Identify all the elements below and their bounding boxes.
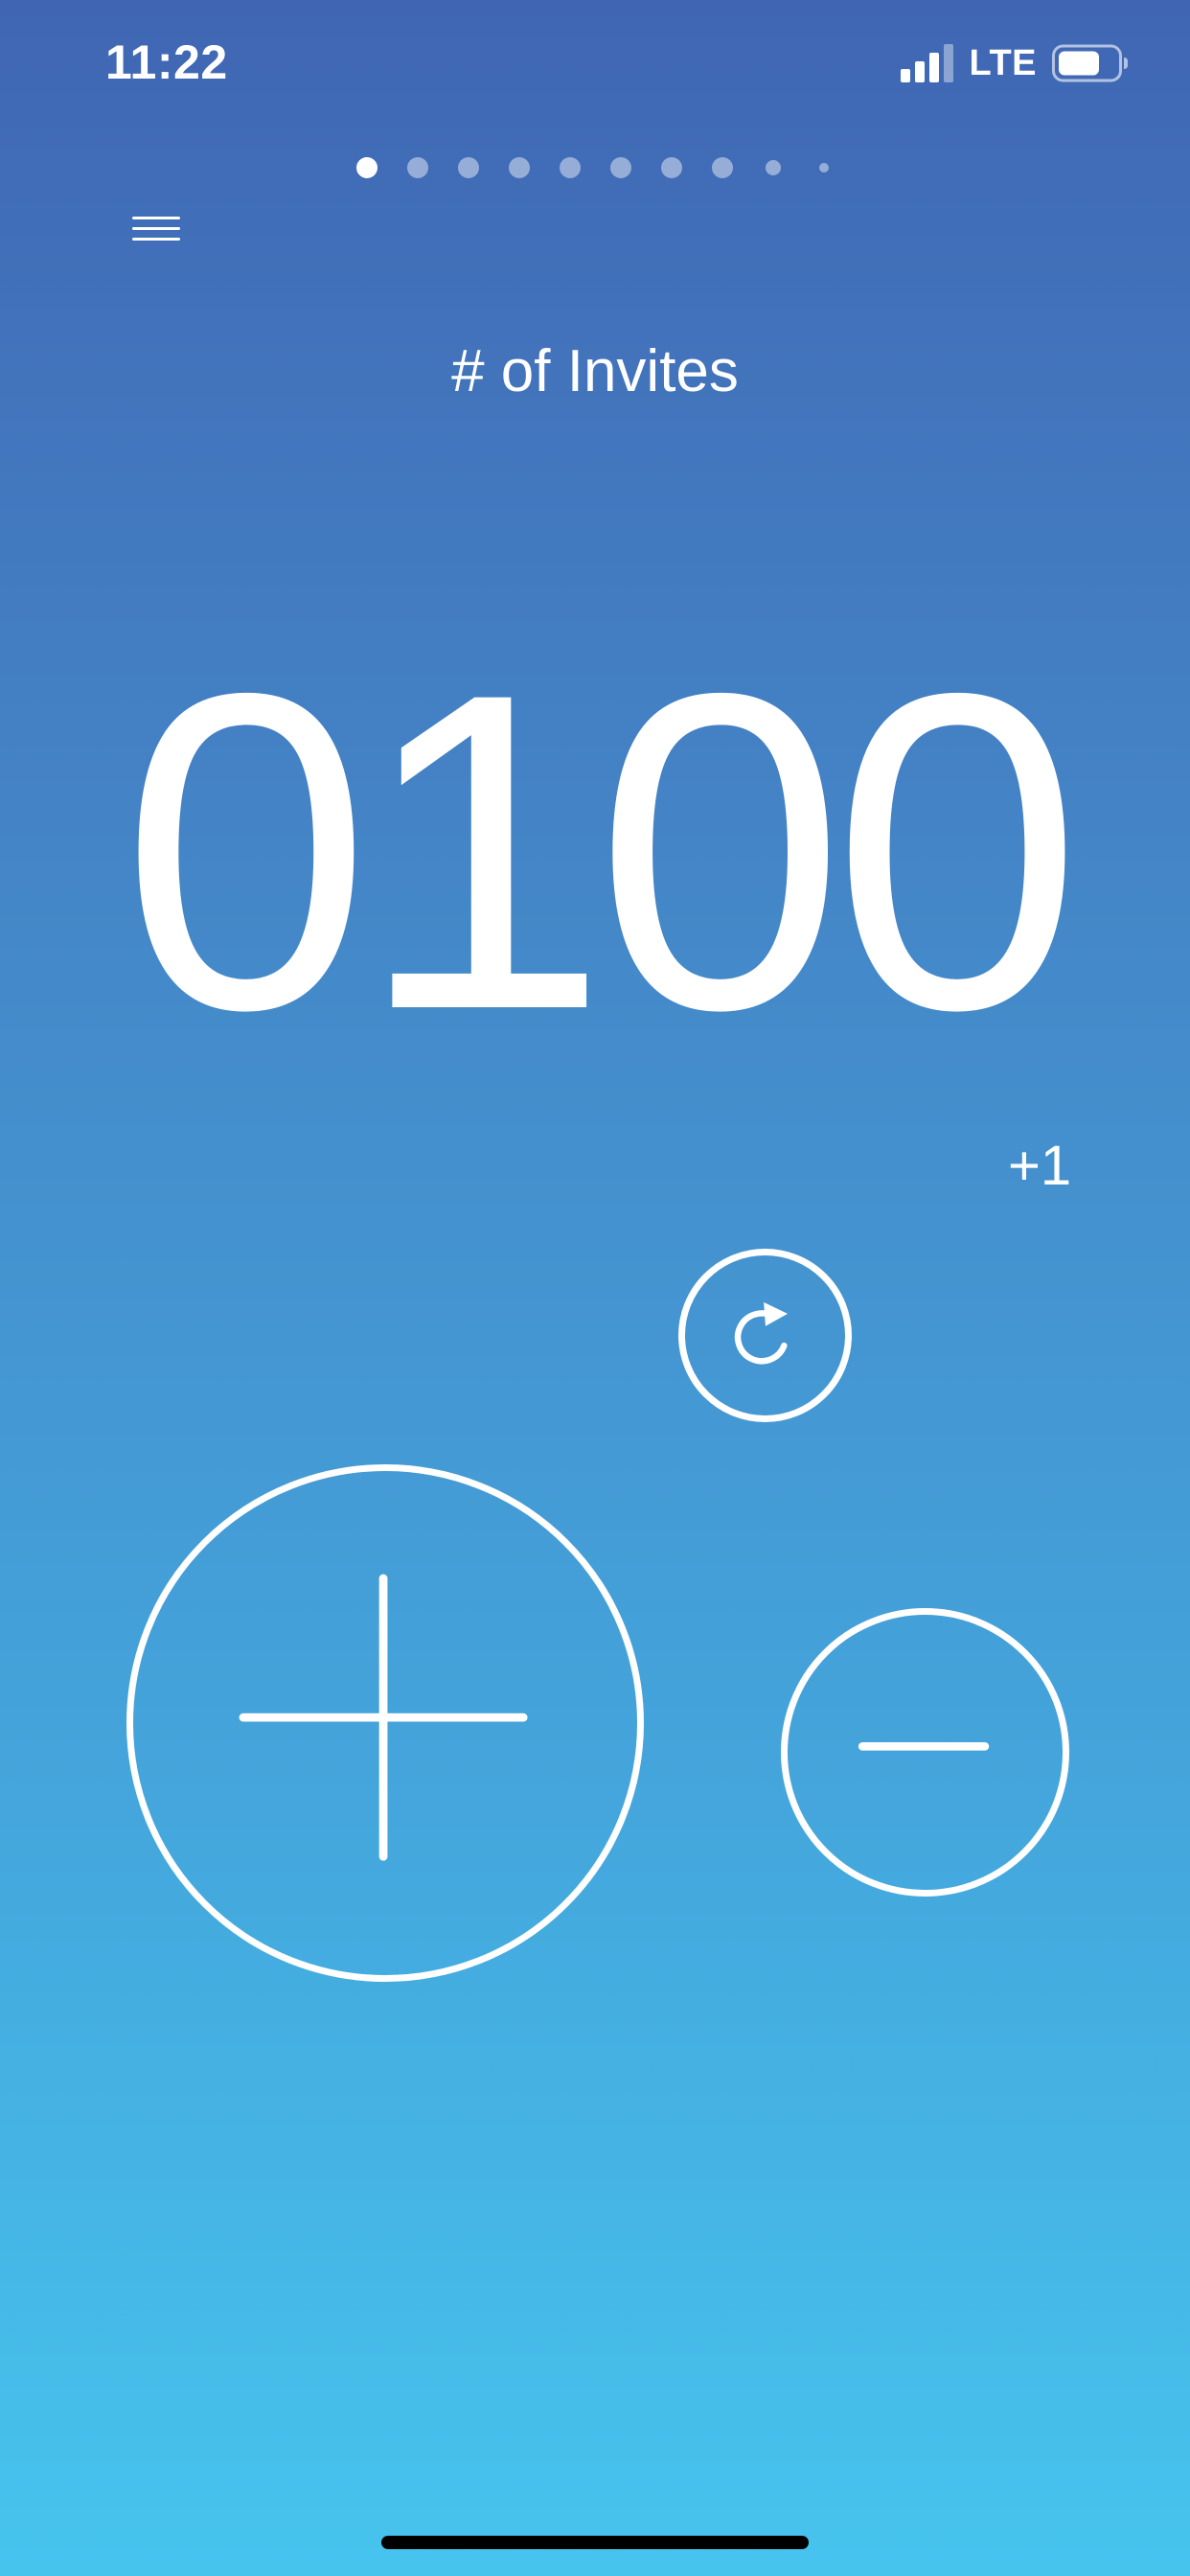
increment-button[interactable] [126,1464,644,1982]
page-dot[interactable] [509,157,530,178]
network-type-label: LTE [969,42,1037,83]
page-dot[interactable] [819,163,829,172]
plus-icon [239,1574,528,1861]
status-time: 11:22 [105,35,228,89]
decrement-button[interactable] [781,1608,1069,1897]
page-dot[interactable] [407,157,428,178]
reset-button[interactable] [678,1249,852,1422]
home-indicator[interactable] [381,2536,809,2549]
page-dot[interactable] [661,157,682,178]
page-dot[interactable] [458,157,479,178]
page-dot[interactable] [712,157,733,178]
signal-bars-icon [900,44,953,82]
counter-title: # of Invites [451,338,739,404]
increment-step-label[interactable]: +1 [1008,1134,1071,1198]
minus-icon [858,1742,990,1751]
status-indicators: LTE [900,42,1129,84]
menu-button[interactable] [128,211,186,249]
page-dot[interactable] [560,157,581,178]
page-indicator[interactable] [0,154,1190,181]
counter-value: 0100 [121,600,1083,1103]
page-dot[interactable] [610,157,631,178]
battery-icon [1052,44,1128,82]
page-dot[interactable] [766,160,781,175]
page-dot[interactable] [356,157,378,178]
reset-icon [734,1301,789,1365]
